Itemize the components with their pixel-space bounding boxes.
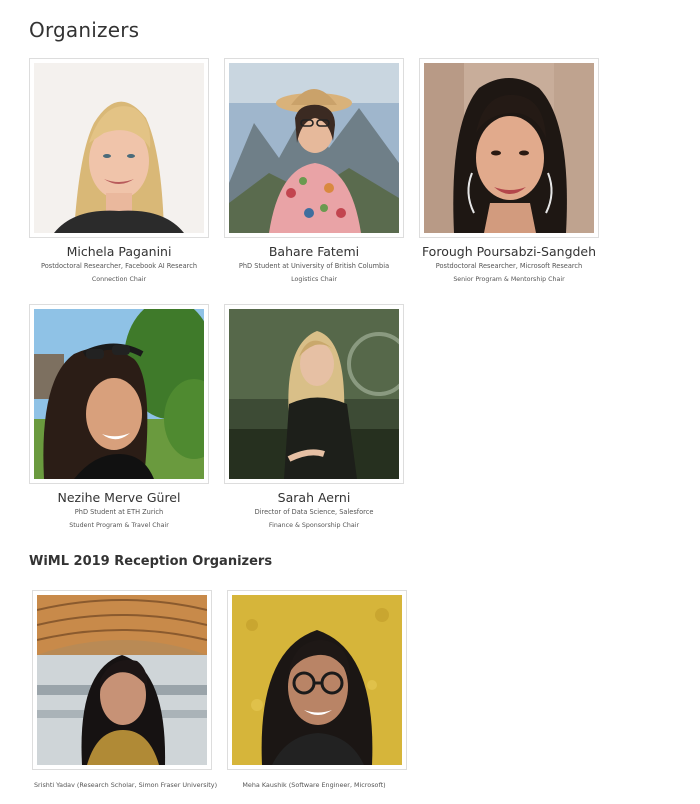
photo-frame: [224, 304, 404, 484]
reception-organizer-caption: Meha Kaushik (Software Engineer, Microso…: [242, 781, 386, 789]
organizer-card: Forough Poursabzi-Sangdeh Postdoctoral R…: [418, 58, 600, 284]
organizer-chair: Connection Chair: [91, 276, 147, 283]
woman-blonde-portrait-photo: [34, 63, 204, 233]
organizer-role: Director of Data Science, Salesforce: [254, 508, 374, 516]
reception-organizer-caption: Srishti Yadav (Research Scholar, Simon F…: [34, 781, 218, 789]
organizer-card: Nezihe Merve Gürel PhD Student at ETH Zu…: [28, 304, 210, 530]
photo-frame: [29, 304, 209, 484]
organizer-chair: Finance & Sponsorship Chair: [268, 522, 360, 529]
organizer-role: Postdoctoral Researcher, Facebook AI Res…: [40, 262, 198, 270]
organizer-name: Michela Paganini: [66, 244, 172, 259]
organizer-name: Nezihe Merve Gürel: [57, 490, 181, 505]
woman-glasses-yellow-wall-photo: [232, 595, 402, 765]
organizer-role: PhD Student at University of British Col…: [238, 262, 390, 270]
organizer-chair: Logistics Chair: [291, 276, 337, 283]
photo-frame: [29, 58, 209, 238]
photo-frame: [32, 590, 212, 770]
woman-sunglasses-outdoor-selfie-photo: [34, 309, 204, 479]
organizer-card: Sarah Aerni Director of Data Science, Sa…: [223, 304, 405, 530]
woman-speaking-stage-photo: [229, 309, 399, 479]
photo-frame: [419, 58, 599, 238]
page-title: Organizers: [29, 18, 140, 42]
organizer-chair: Senior Program & Mentorship Chair: [453, 276, 565, 283]
organizer-name: Forough Poursabzi-Sangdeh: [421, 244, 597, 259]
reception-organizer-card: [226, 590, 408, 770]
photo-frame: [224, 58, 404, 238]
woman-atrium-photo: [37, 595, 207, 765]
photo-frame: [227, 590, 407, 770]
organizer-chair: Student Program & Travel Chair: [69, 522, 169, 529]
woman-sunhat-mountains-photo: [229, 63, 399, 233]
organizer-name: Sarah Aerni: [277, 490, 351, 505]
woman-dark-hair-earrings-photo: [424, 63, 594, 233]
organizer-card: Bahare Fatemi PhD Student at University …: [223, 58, 405, 284]
organizer-role: Postdoctoral Researcher, Microsoft Resea…: [435, 262, 583, 270]
reception-section-title: WiML 2019 Reception Organizers: [29, 554, 273, 569]
organizer-card: Michela Paganini Postdoctoral Researcher…: [28, 58, 210, 284]
organizer-role: PhD Student at ETH Zurich: [74, 508, 164, 516]
organizer-name: Bahare Fatemi: [268, 244, 360, 259]
reception-organizer-card: [31, 590, 213, 770]
